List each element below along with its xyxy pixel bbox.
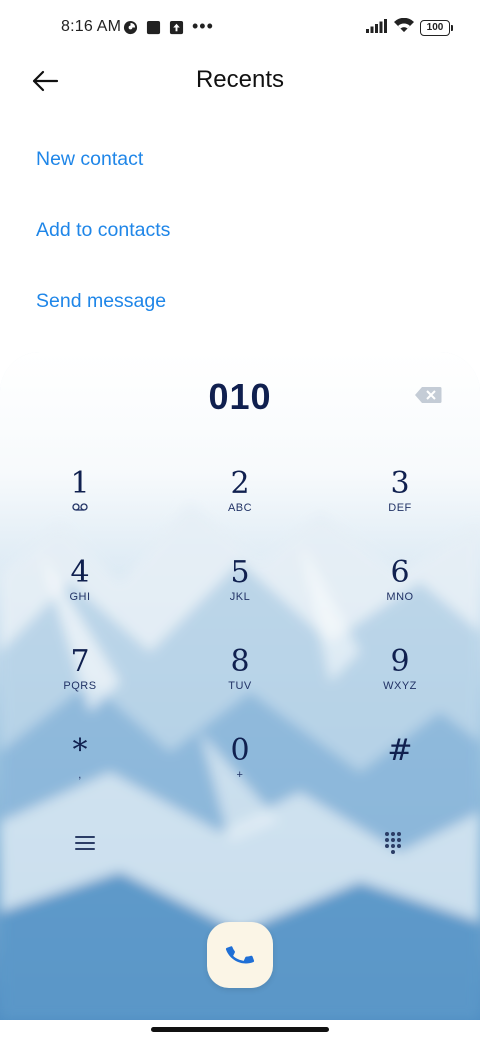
home-indicator[interactable] [151,1027,329,1032]
key-6-digit: 6 [390,555,410,590]
key-8-letters: TUV [228,680,252,692]
status-time: 8:16 AM [61,18,122,35]
key-3[interactable]: 3 DEF [345,468,455,538]
key-7-digit: 7 [70,644,90,679]
key-6[interactable]: 6 MNO [345,557,455,627]
square-notification-icon [145,19,161,35]
key-9-digit: 9 [390,644,410,679]
battery-icon: 100 [420,20,453,36]
call-button[interactable] [207,922,273,988]
key-4-letters: GHI [69,591,91,603]
menu-button[interactable] [72,832,98,854]
key-star[interactable]: * , [25,735,135,805]
key-1-digit: 1 [70,466,90,501]
key-2[interactable]: 2 ABC [185,468,295,538]
key-9[interactable]: 9 WXYZ [345,646,455,716]
key-4-digit: 4 [70,555,90,590]
data-saver-icon [122,19,138,35]
hamburger-menu-icon [75,836,95,850]
key-hash-digit: # [387,733,413,768]
key-2-digit: 2 [230,466,250,501]
key-0[interactable]: 0 + [185,735,295,805]
phone-icon [225,946,255,964]
key-0-digit: 0 [230,733,250,768]
notification-icons [122,19,184,35]
key-0-letters: + [236,769,244,781]
backspace-icon [415,387,442,403]
upload-notification-icon [168,19,184,35]
key-5-letters: JKL [229,591,251,603]
key-4[interactable]: 4 GHI [25,557,135,627]
dialed-number: 010 [208,376,272,417]
key-7[interactable]: 7 PQRS [25,646,135,716]
key-star-digit: * [72,733,88,768]
hide-dialpad-button[interactable] [383,830,407,858]
key-3-letters: DEF [388,502,412,514]
key-star-letters: , [78,769,82,781]
add-to-contacts-link[interactable]: Add to contacts [36,219,170,242]
signal-icon [366,18,388,38]
dialer-panel: 010 1 2 ABC 3 DEF 4 GHI 5 JKL 6 MNO 7 PQ… [0,352,480,1020]
key-5-digit: 5 [230,555,250,590]
send-message-link[interactable]: Send message [36,290,166,313]
key-3-digit: 3 [390,466,410,501]
dialpad-icon [385,832,401,854]
key-8[interactable]: 8 TUV [185,646,295,716]
page-title: Recents [195,66,285,93]
navigation-bar [0,1020,480,1040]
voicemail-icon [25,502,135,514]
status-bar: 8:16 AM ••• 100 [0,0,480,56]
key-6-letters: MNO [386,591,414,603]
more-dots-icon: ••• [192,16,214,36]
key-2-letters: ABC [227,502,253,514]
key-5[interactable]: 5 JKL [185,557,295,627]
key-7-letters: PQRS [63,680,97,692]
key-8-digit: 8 [230,644,250,679]
new-contact-link[interactable]: New contact [36,148,143,171]
backspace-button[interactable] [414,386,442,404]
key-1[interactable]: 1 [25,468,135,538]
key-9-letters: WXYZ [383,680,417,692]
wifi-icon [394,17,414,38]
key-hash[interactable]: # [345,735,455,805]
